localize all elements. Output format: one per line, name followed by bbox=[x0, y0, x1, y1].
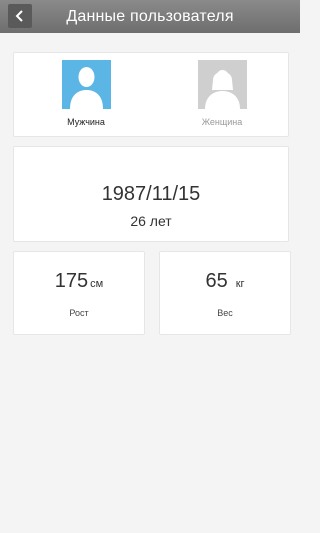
gender-selector: Мужчина Женщина bbox=[13, 52, 289, 137]
weight-value-row: 65 кг bbox=[160, 270, 290, 293]
height-label: Рост bbox=[69, 308, 89, 318]
weight-label: Вес bbox=[217, 308, 233, 318]
gender-option-male[interactable]: Мужчина bbox=[46, 60, 126, 135]
gender-option-female[interactable]: Женщина bbox=[182, 60, 262, 135]
female-avatar-icon bbox=[197, 60, 247, 109]
weight-value: 65 bbox=[205, 270, 228, 292]
birthdate-card[interactable]: 1987/11/15 26 лет bbox=[13, 146, 289, 242]
age-value: 26 лет bbox=[130, 213, 172, 229]
height-value: 175 bbox=[54, 270, 89, 292]
height-value-row: 175 см bbox=[14, 270, 144, 293]
page-title: Данные пользователя bbox=[66, 7, 234, 25]
chevron-left-icon bbox=[15, 10, 23, 22]
birthdate-value: 1987/11/15 bbox=[101, 183, 201, 205]
weight-card[interactable]: 65 кг Вес bbox=[159, 251, 291, 335]
male-avatar-icon bbox=[61, 60, 111, 109]
weight-unit: кг bbox=[235, 278, 245, 290]
navbar: Данные пользователя bbox=[0, 0, 300, 33]
height-unit: см bbox=[90, 278, 104, 290]
gender-label-male: Мужчина bbox=[67, 117, 105, 127]
back-button[interactable] bbox=[8, 4, 32, 28]
height-card[interactable]: 175 см Рост bbox=[13, 251, 145, 335]
gender-label-female: Женщина bbox=[201, 117, 243, 127]
